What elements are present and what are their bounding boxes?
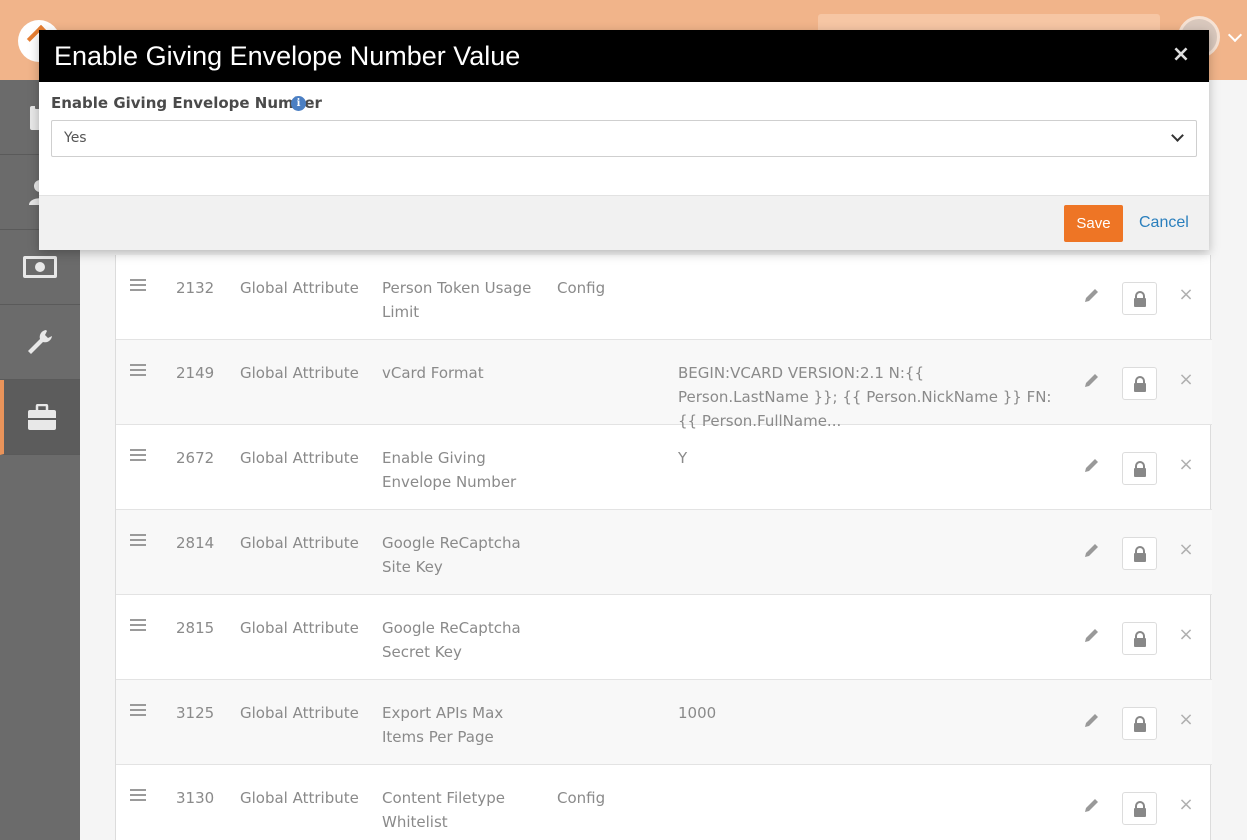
enable-giving-select[interactable]: Yes <box>51 120 1197 157</box>
info-icon[interactable]: i <box>291 96 306 111</box>
close-icon[interactable]: × <box>1170 44 1192 66</box>
field-label: Enable Giving Envelope Number <box>51 94 322 112</box>
modal-title: Enable Giving Envelope Number Value <box>54 41 521 71</box>
modal-header: Enable Giving Envelope Number Value × <box>39 30 1209 82</box>
chevron-down-icon <box>1171 129 1184 142</box>
modal-footer: Save Cancel <box>39 195 1209 250</box>
cancel-button[interactable]: Cancel <box>1139 214 1189 232</box>
select-value: Yes <box>64 130 87 146</box>
edit-attribute-modal: Enable Giving Envelope Number Value × En… <box>39 30 1209 250</box>
save-button[interactable]: Save <box>1064 205 1123 242</box>
